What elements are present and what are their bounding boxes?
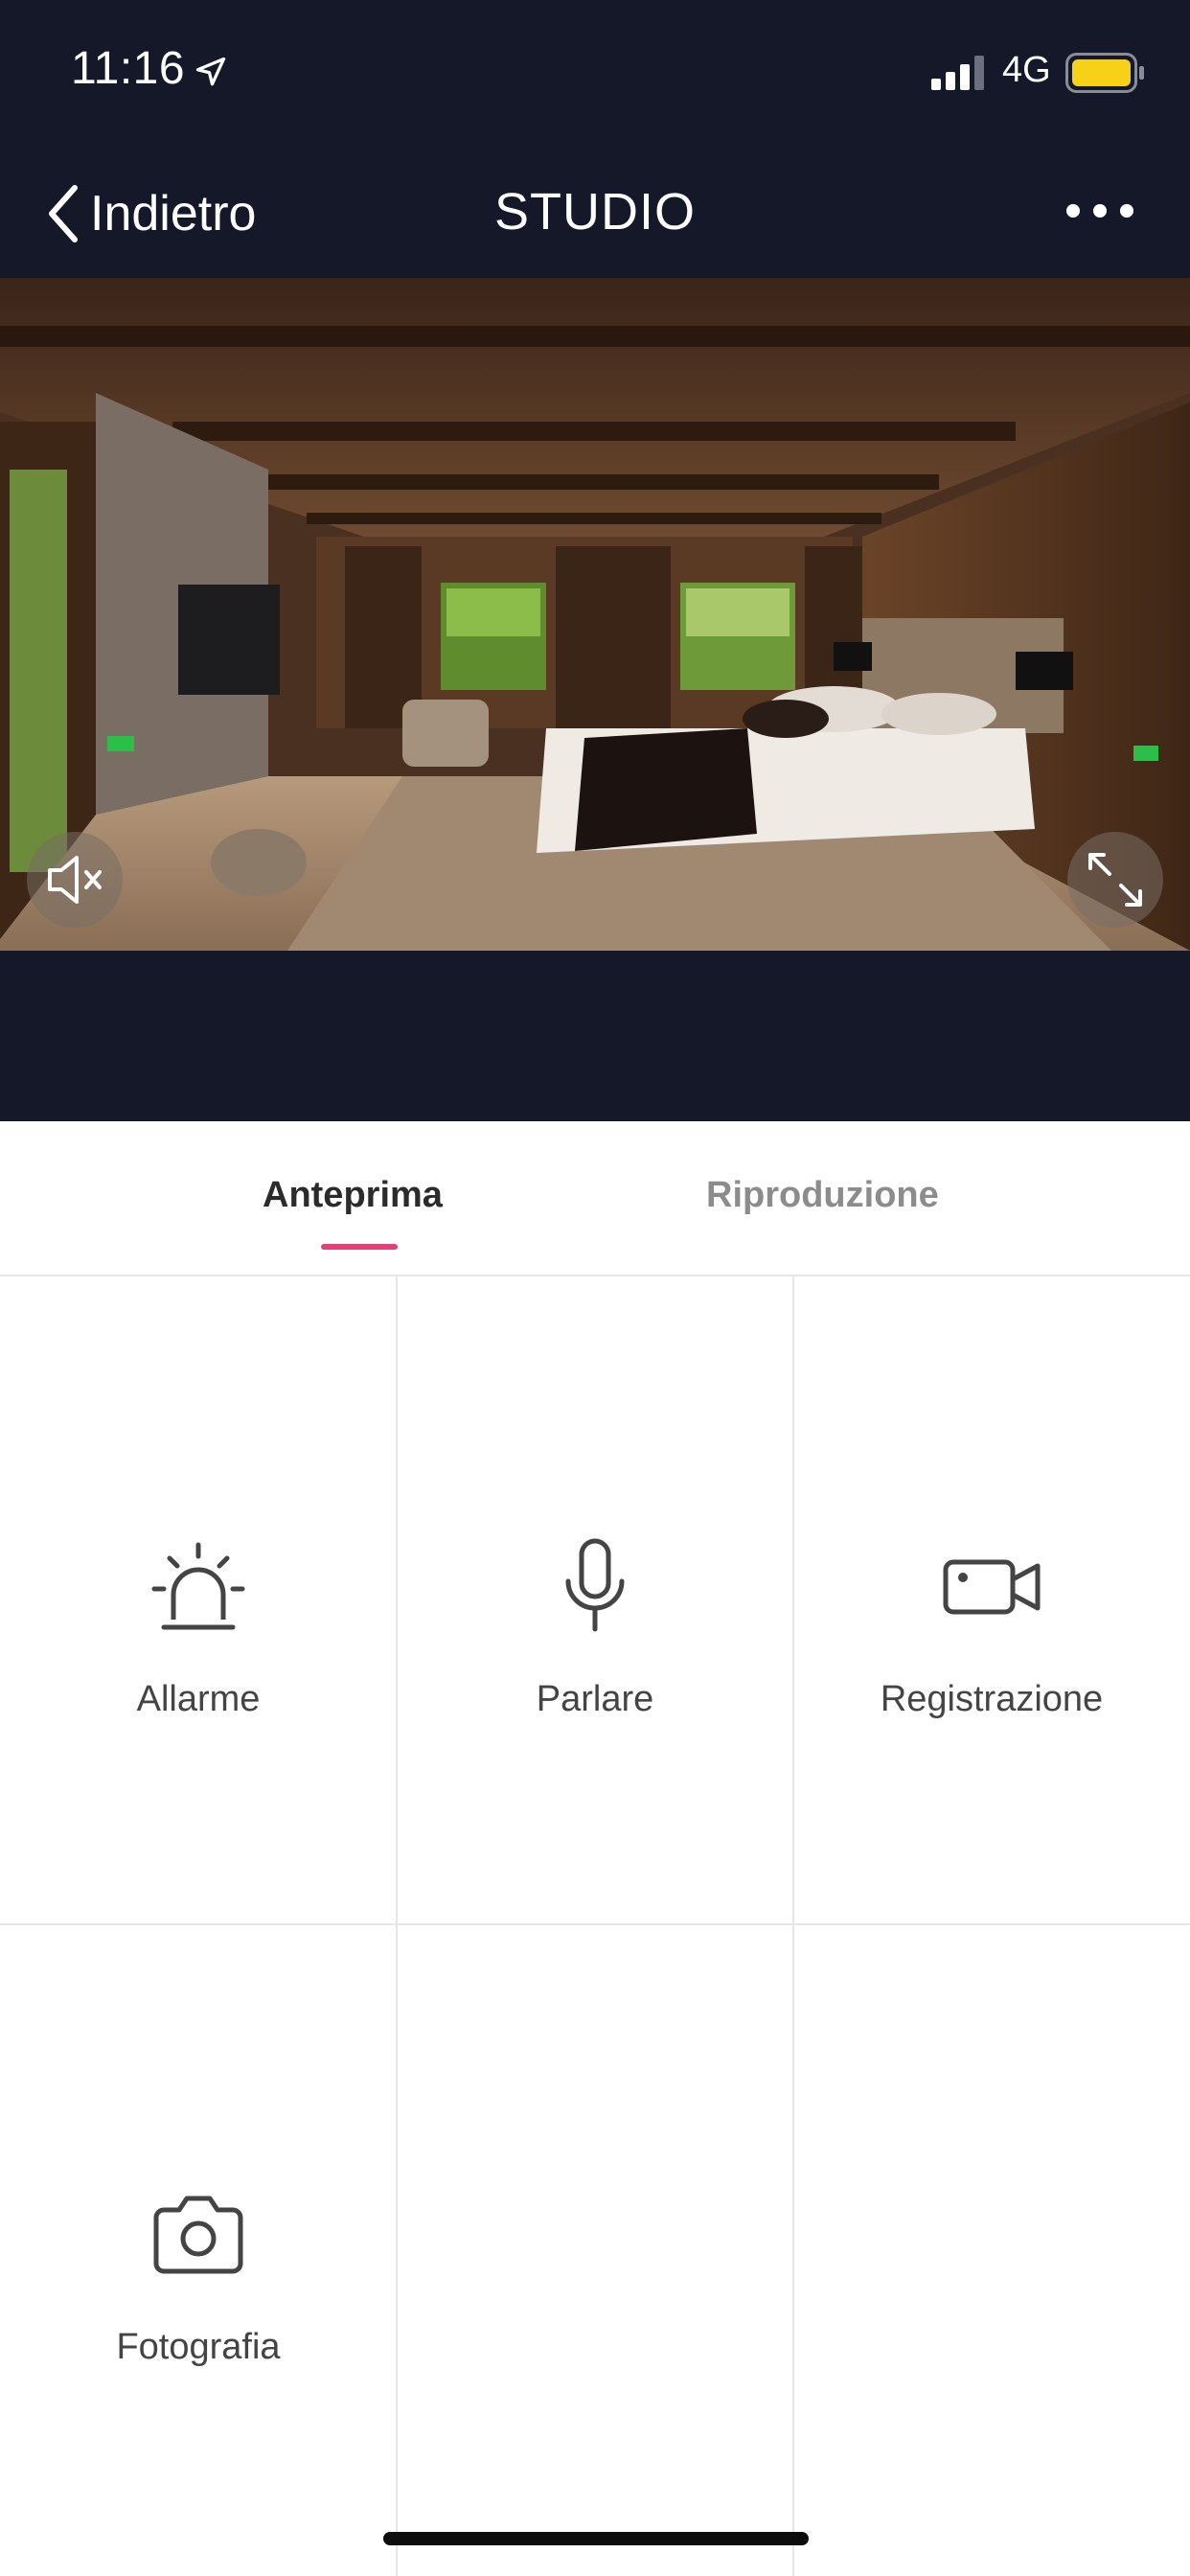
active-tab-indicator [321, 1244, 398, 1250]
speaker-muted-icon [48, 856, 102, 904]
more-options-icon[interactable] [1064, 192, 1136, 230]
tab-playback[interactable]: Riproduzione [706, 1175, 939, 1216]
signal-strength-icon [931, 56, 984, 90]
live-video-feed[interactable] [0, 278, 1190, 951]
photo-camera-icon [153, 2196, 243, 2274]
tab-preview[interactable]: Anteprima [263, 1175, 443, 1216]
record-label: Registrazione [880, 1679, 1104, 1719]
home-indicator[interactable] [383, 2532, 809, 2545]
alarm-label: Allarme [136, 1679, 261, 1719]
mute-button[interactable] [27, 832, 123, 928]
network-type: 4G [1002, 50, 1051, 90]
back-button[interactable]: Indietro [44, 180, 256, 247]
battery-icon [1065, 53, 1144, 93]
location-arrow-icon [195, 57, 226, 86]
camera-image [0, 278, 1190, 951]
video-camera-icon [943, 1559, 1041, 1615]
alarm-light-icon [151, 1542, 245, 1630]
fullscreen-button[interactable] [1067, 832, 1163, 928]
microphone-icon [565, 1538, 625, 1632]
talk-label: Parlare [536, 1679, 654, 1719]
fullscreen-icon [1088, 853, 1142, 907]
status-time: 11:16 [71, 43, 186, 94]
tab-bar: Anteprima Riproduzione [0, 1121, 1190, 1276]
record-button[interactable]: Registrazione [793, 1276, 1190, 1924]
photo-label: Fotografia [116, 2327, 281, 2367]
chevron-left-icon [49, 185, 78, 242]
photo-button[interactable]: Fotografia [0, 1924, 397, 2572]
back-label: Indietro [90, 186, 257, 242]
alarm-button[interactable]: Allarme [0, 1276, 397, 1924]
talk-button[interactable]: Parlare [397, 1276, 793, 1924]
action-grid: Allarme Parlare Registrazione Fotografia [0, 1276, 1190, 2576]
